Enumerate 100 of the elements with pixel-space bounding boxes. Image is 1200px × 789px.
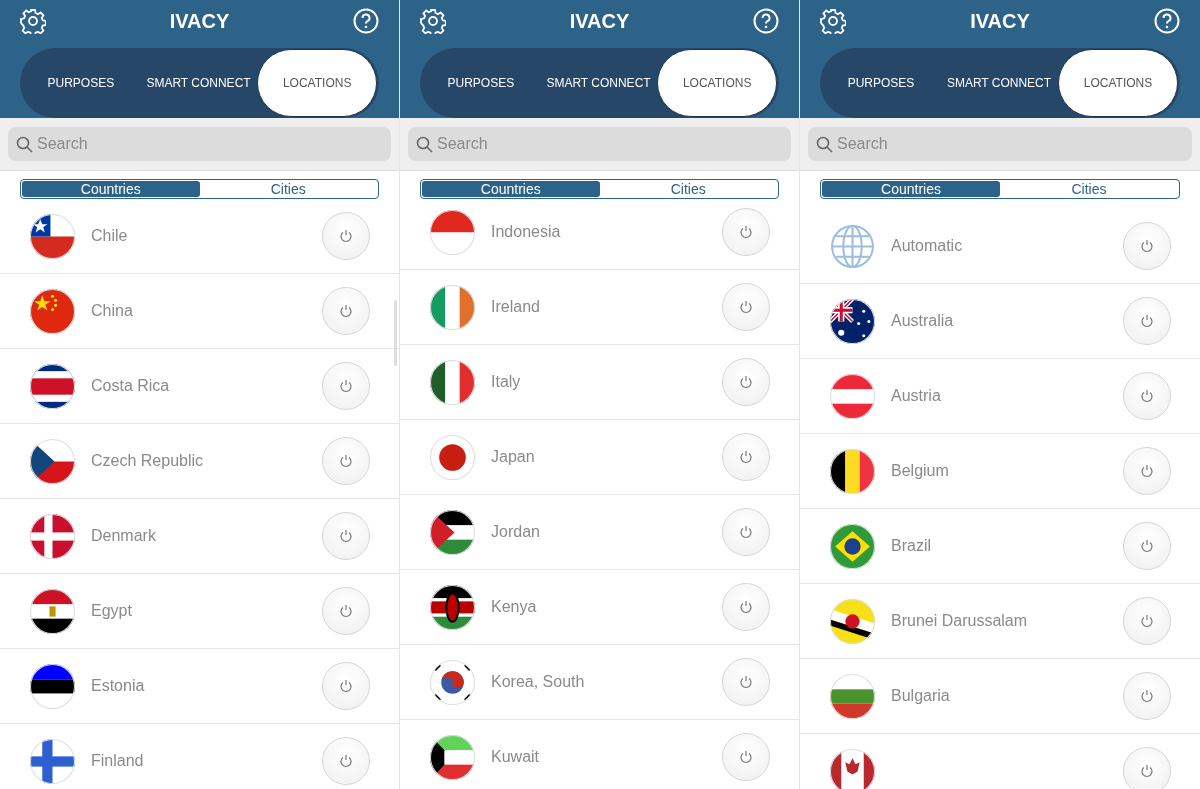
mode-tab[interactable]: PURPOSES <box>822 49 940 117</box>
connect-button[interactable] <box>1123 372 1171 420</box>
connect-button[interactable] <box>722 508 770 556</box>
power-icon <box>1140 764 1154 778</box>
power-icon <box>1140 314 1154 328</box>
connect-button[interactable] <box>722 283 770 331</box>
country-name: Bulgaria <box>891 687 951 705</box>
country-name: Korea, South <box>491 673 586 691</box>
help-icon[interactable] <box>1154 8 1180 34</box>
search-field[interactable]: Search <box>808 127 1192 161</box>
power-icon <box>339 229 353 243</box>
mode-tab[interactable]: PURPOSES <box>422 49 540 117</box>
country-name: Czech Republic <box>91 452 205 470</box>
connect-button[interactable] <box>1123 672 1171 720</box>
help-icon[interactable] <box>353 8 379 34</box>
power-icon <box>339 754 353 768</box>
country-row[interactable]: Belgium <box>800 434 1200 509</box>
country-row[interactable]: Denmark <box>0 499 399 574</box>
connect-button[interactable] <box>1123 522 1171 570</box>
connect-button[interactable] <box>722 583 770 631</box>
mode-tab[interactable]: SMART CONNECT <box>940 49 1058 117</box>
country-name: Italy <box>491 373 522 391</box>
connect-button[interactable] <box>722 658 770 706</box>
connect-button[interactable] <box>322 437 370 485</box>
segment-tab[interactable]: Cities <box>199 181 377 197</box>
country-row[interactable]: Automatic <box>800 209 1200 284</box>
mode-tab[interactable]: PURPOSES <box>22 49 140 117</box>
search-field[interactable]: Search <box>408 127 791 161</box>
country-row[interactable]: Ireland <box>400 270 799 345</box>
power-icon <box>739 525 753 539</box>
power-icon <box>339 529 353 543</box>
connect-button[interactable] <box>722 208 770 256</box>
mode-tab[interactable]: LOCATIONS <box>1058 49 1178 117</box>
connect-button[interactable] <box>722 733 770 781</box>
country-name: Brunei Darussalam <box>891 612 1029 630</box>
country-row[interactable]: Australia <box>800 284 1200 359</box>
country-row[interactable]: Chile <box>0 199 399 274</box>
help-icon[interactable] <box>753 8 779 34</box>
mode-tab[interactable]: LOCATIONS <box>257 49 377 117</box>
connect-button[interactable] <box>322 587 370 635</box>
country-row[interactable]: Indonesia <box>400 195 799 270</box>
segment-tab[interactable]: Countries <box>822 181 1000 197</box>
search-field[interactable]: Search <box>8 127 391 161</box>
mode-tab[interactable]: SMART CONNECT <box>139 49 258 117</box>
power-icon <box>339 454 353 468</box>
segment-tab[interactable]: Cities <box>599 181 777 197</box>
country-row[interactable]: Costa Rica <box>0 349 399 424</box>
country-row[interactable]: Bulgaria <box>800 659 1200 734</box>
country-row[interactable]: Egypt <box>0 574 399 649</box>
power-icon <box>739 375 753 389</box>
connect-button[interactable] <box>322 362 370 410</box>
country-name: Jordan <box>491 523 541 541</box>
connect-button[interactable] <box>722 433 770 481</box>
connect-button[interactable] <box>1123 747 1171 789</box>
connect-button[interactable] <box>1123 222 1171 270</box>
segment-tab[interactable]: Countries <box>22 181 200 197</box>
country-name: Australia <box>891 312 955 330</box>
connect-button[interactable] <box>1123 597 1171 645</box>
country-name: Austria <box>891 387 942 405</box>
country-name: Automatic <box>891 237 964 255</box>
app-title: IVACY <box>569 9 630 33</box>
connect-button[interactable] <box>322 212 370 260</box>
country-row[interactable]: China <box>0 274 399 349</box>
power-icon <box>339 304 353 318</box>
connect-button[interactable] <box>322 737 370 785</box>
country-row[interactable]: Austria <box>800 359 1200 434</box>
country-row[interactable]: Brunei Darussalam <box>800 584 1200 659</box>
segment-tab[interactable]: Countries <box>422 181 600 197</box>
country-row[interactable]: Czech Republic <box>0 424 399 499</box>
connect-button[interactable] <box>1123 447 1171 495</box>
mode-tab[interactable]: SMART CONNECT <box>539 49 658 117</box>
country-row[interactable]: Finland <box>0 724 399 789</box>
power-icon <box>1140 539 1154 553</box>
mode-tab[interactable]: LOCATIONS <box>657 49 777 117</box>
country-row[interactable]: Italy <box>400 345 799 420</box>
country-row[interactable]: Korea, South <box>400 645 799 720</box>
country-row[interactable]: Jordan <box>400 495 799 570</box>
power-icon <box>739 600 753 614</box>
country-name: Finland <box>91 752 145 770</box>
settings-icon[interactable] <box>20 8 46 34</box>
power-icon <box>1140 614 1154 628</box>
country-name: Denmark <box>91 527 157 545</box>
connect-button[interactable] <box>322 662 370 710</box>
country-row[interactable]: Kenya <box>400 570 799 645</box>
power-icon <box>739 450 753 464</box>
country-name: Ireland <box>491 298 541 316</box>
settings-icon[interactable] <box>820 8 846 34</box>
country-row[interactable]: Estonia <box>0 649 399 724</box>
settings-icon[interactable] <box>420 8 446 34</box>
segment-tab[interactable]: Cities <box>1000 181 1178 197</box>
country-row[interactable]: Brazil <box>800 509 1200 584</box>
connect-button[interactable] <box>722 358 770 406</box>
country-row[interactable]: Japan <box>400 420 799 495</box>
country-row[interactable]: Kuwait <box>400 720 799 789</box>
connect-button[interactable] <box>322 512 370 560</box>
country-name: China <box>91 302 134 320</box>
connect-button[interactable] <box>1123 297 1171 345</box>
search-icon <box>16 136 33 153</box>
power-icon <box>1140 239 1154 253</box>
connect-button[interactable] <box>322 287 370 335</box>
